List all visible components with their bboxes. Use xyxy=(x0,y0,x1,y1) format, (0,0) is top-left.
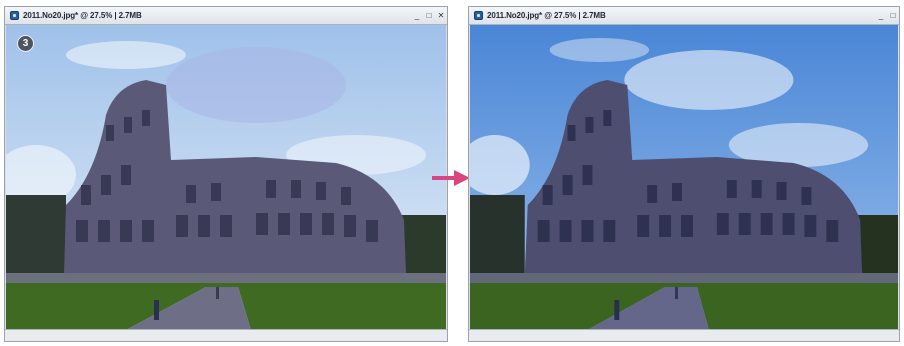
photo-canvas xyxy=(470,25,898,330)
image-window-after: 2011.No20.jpg* @ 27.5% | 2.7MB _ □ xyxy=(468,6,900,342)
minimize-icon[interactable]: _ xyxy=(875,11,887,20)
title-bar[interactable]: 2011.No20.jpg* @ 27.5% | 2.7MB _ □ ✕ xyxy=(5,7,447,25)
colosseum-photo-before xyxy=(6,25,446,330)
colosseum-photo-after xyxy=(470,25,898,330)
close-icon[interactable]: ✕ xyxy=(435,11,447,20)
app-icon xyxy=(474,11,483,20)
step-number-badge: 3 xyxy=(17,35,34,52)
right-arrow-icon xyxy=(432,170,470,186)
window-title: 2011.No20.jpg* @ 27.5% | 2.7MB xyxy=(23,11,142,20)
maximize-icon[interactable]: □ xyxy=(887,11,899,20)
status-bar xyxy=(5,329,447,341)
status-bar xyxy=(469,329,899,341)
photo-canvas xyxy=(6,25,446,330)
image-window-before: 2011.No20.jpg* @ 27.5% | 2.7MB _ □ ✕ 3 xyxy=(4,6,448,342)
maximize-icon[interactable]: □ xyxy=(423,11,435,20)
app-icon xyxy=(10,11,19,20)
minimize-icon[interactable]: _ xyxy=(411,11,423,20)
window-title: 2011.No20.jpg* @ 27.5% | 2.7MB xyxy=(487,11,606,20)
title-bar[interactable]: 2011.No20.jpg* @ 27.5% | 2.7MB _ □ xyxy=(469,7,899,25)
